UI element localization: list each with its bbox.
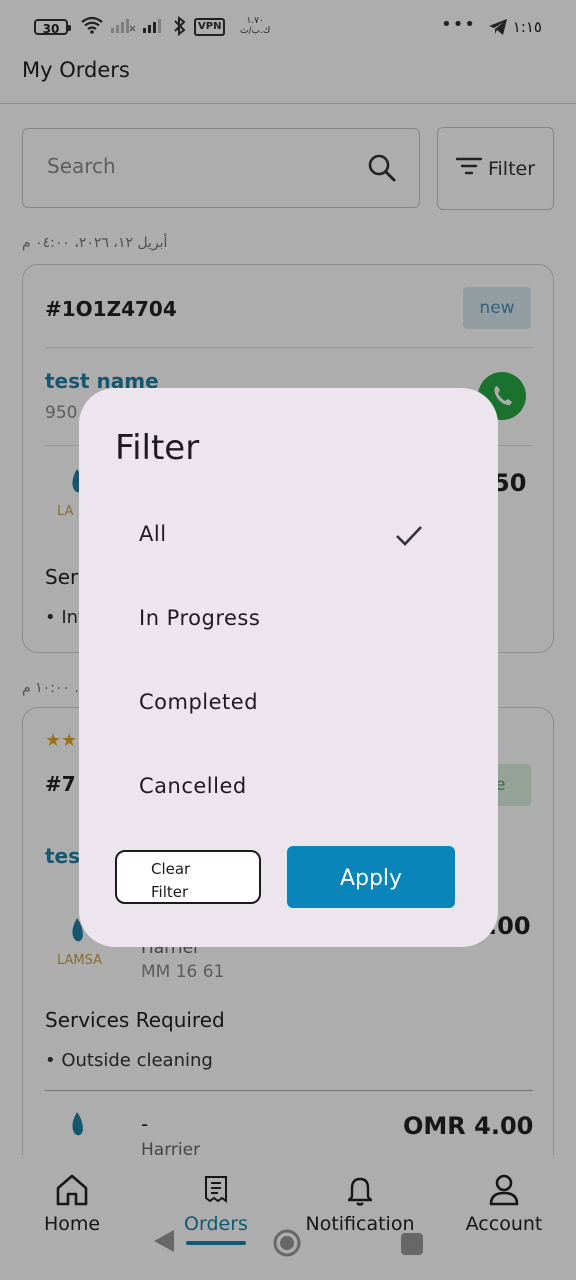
filter-option-completed[interactable]: Completed [79,676,498,736]
filter-dialog: Filter All In Progress Completed Cancell… [79,388,498,947]
clear-filter-button[interactable]: Clear Filter [115,850,261,904]
filter-option-in-progress[interactable]: In Progress [79,592,498,652]
option-label: Cancelled [139,774,247,798]
clear-label-line2: Filter [151,883,189,901]
apply-button[interactable]: Apply [285,844,457,910]
check-icon [394,524,424,552]
option-label: In Progress [139,606,261,630]
filter-option-cancelled[interactable]: Cancelled [79,760,498,820]
option-label: Completed [139,690,259,714]
clear-label-line1: Clear [151,860,191,878]
filter-option-all[interactable]: All [79,508,498,568]
dialog-title: Filter [115,428,200,468]
option-label: All [139,522,167,546]
